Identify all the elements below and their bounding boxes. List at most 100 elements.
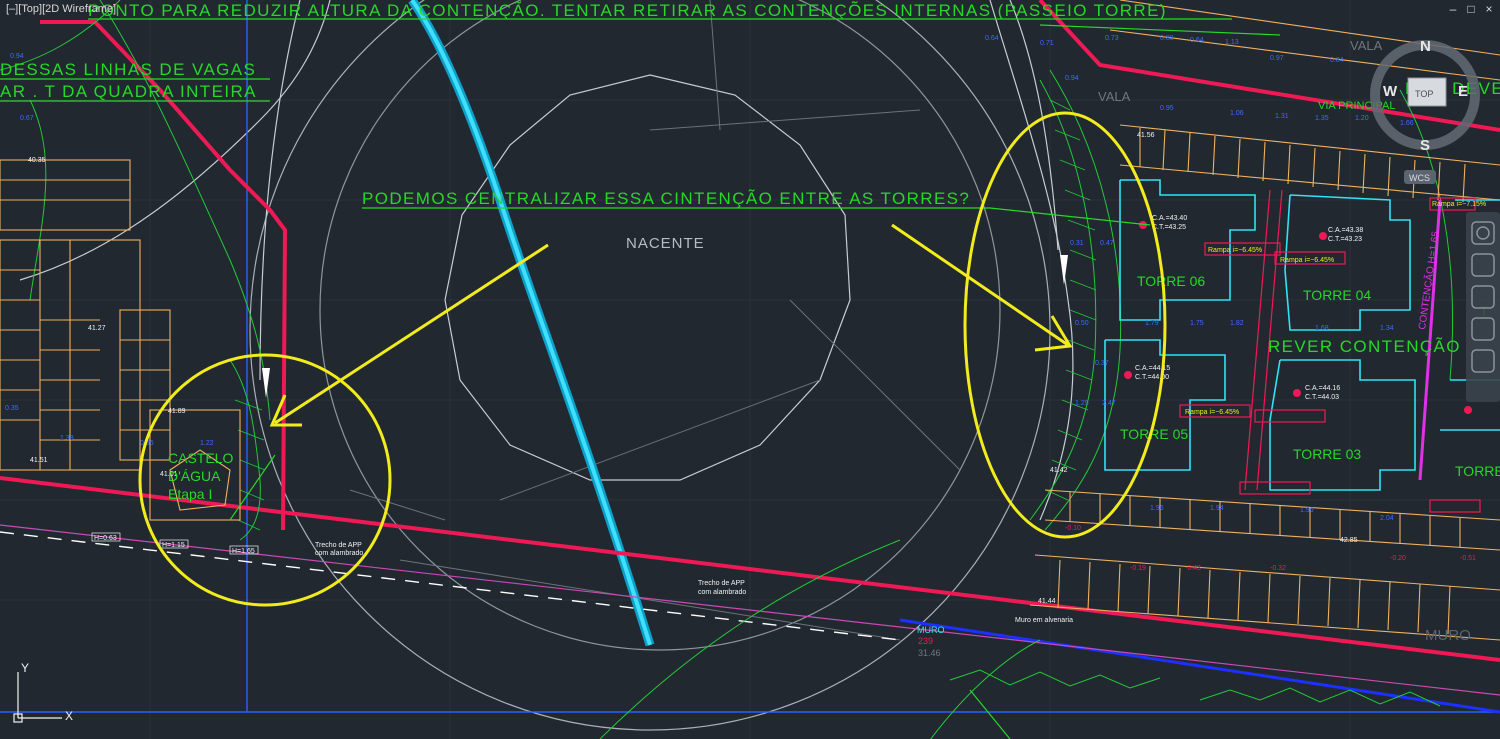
svg-text:0.35: 0.35 bbox=[5, 405, 19, 412]
svg-text:Rampa i=−6.45%: Rampa i=−6.45% bbox=[1280, 257, 1334, 264]
markup-arrow-left bbox=[274, 243, 549, 425]
yellow-markup bbox=[138, 111, 1167, 607]
svg-text:PONTO PARA REDUZIR ALTURA DA C: PONTO PARA REDUZIR ALTURA DA CONTENÇÃO. … bbox=[88, 1, 1167, 20]
svg-text:C.T.=44.00: C.T.=44.00 bbox=[1135, 374, 1169, 381]
svg-text:Rampa i=−6.45%: Rampa i=−6.45% bbox=[1185, 409, 1239, 416]
svg-text:1.22: 1.22 bbox=[200, 440, 214, 447]
svg-text:41.56: 41.56 bbox=[1137, 132, 1155, 139]
svg-text:WCS: WCS bbox=[1409, 173, 1430, 183]
background-grid bbox=[0, 0, 1500, 739]
svg-text:2.47: 2.47 bbox=[1102, 400, 1116, 407]
svg-text:0.47: 0.47 bbox=[1100, 240, 1114, 247]
svg-text:41.51: 41.51 bbox=[30, 457, 48, 464]
svg-text:REVER CONTENÇÃO: REVER CONTENÇÃO bbox=[1268, 337, 1461, 356]
svg-text:MURO: MURO bbox=[917, 625, 945, 635]
svg-text:com alambrado: com alambrado bbox=[315, 550, 363, 557]
svg-text:C.A.=43.40: C.A.=43.40 bbox=[1152, 215, 1187, 222]
gray-detail-lines bbox=[349, 0, 961, 641]
svg-text:0.97: 0.97 bbox=[1270, 55, 1284, 62]
svg-text:CASTELO: CASTELO bbox=[168, 450, 233, 466]
svg-text:C.T.=44.03: C.T.=44.03 bbox=[1305, 394, 1339, 401]
svg-text:1.75: 1.75 bbox=[1190, 320, 1204, 327]
svg-text:C.A.=44.16: C.A.=44.16 bbox=[1305, 385, 1340, 392]
svg-text:1.34: 1.34 bbox=[1380, 325, 1394, 332]
h-labels: H=0.63 H=1.15 H=1.65 bbox=[91, 532, 259, 555]
svg-text:DESSAS LINHAS DE VAGAS: DESSAS LINHAS DE VAGAS bbox=[0, 60, 256, 79]
svg-text:31.46: 31.46 bbox=[918, 648, 941, 658]
svg-text:2.04: 2.04 bbox=[1380, 515, 1394, 522]
svg-text:1.79: 1.79 bbox=[1145, 320, 1159, 327]
svg-text:41.27: 41.27 bbox=[88, 325, 106, 332]
svg-text:C.T.=43.25: C.T.=43.25 bbox=[1152, 224, 1186, 231]
compass-south[interactable]: S bbox=[1420, 137, 1430, 154]
svg-text:-0.19: -0.19 bbox=[1130, 565, 1146, 572]
svg-text:0.37: 0.37 bbox=[1095, 360, 1109, 367]
svg-text:Rampa i=−6.45%: Rampa i=−6.45% bbox=[1208, 247, 1262, 254]
viewport-close-button[interactable]: × bbox=[1481, 2, 1497, 16]
svg-text:1.13: 1.13 bbox=[1225, 39, 1239, 46]
svg-text:Trecho de APP: Trecho de APP bbox=[315, 542, 362, 549]
svg-text:Rampa i=−7.15%: Rampa i=−7.15% bbox=[1432, 201, 1486, 208]
svg-text:Trecho de APP: Trecho de APP bbox=[698, 580, 745, 587]
nacente-label: NACENTE bbox=[626, 235, 705, 252]
compass-north[interactable]: N bbox=[1420, 38, 1431, 55]
svg-text:-0.43: -0.43 bbox=[1185, 565, 1201, 572]
svg-text:1.68: 1.68 bbox=[1315, 325, 1329, 332]
nav-bar-icon[interactable] bbox=[1466, 212, 1500, 402]
svg-text:Etapa I: Etapa I bbox=[168, 486, 212, 502]
svg-text:VIA PRINCIPAL: VIA PRINCIPAL bbox=[1318, 100, 1395, 112]
svg-text:D'ÁGUA: D'ÁGUA bbox=[168, 468, 221, 484]
viewport-controls-label[interactable]: [–][Top][2D Wireframe] bbox=[0, 0, 122, 24]
svg-text:0.84: 0.84 bbox=[1330, 57, 1344, 64]
svg-text:1.38: 1.38 bbox=[60, 435, 74, 442]
svg-text:0.95: 0.95 bbox=[1160, 105, 1174, 112]
castelo-label: CASTELO D'ÁGUA Etapa I bbox=[168, 450, 233, 502]
svg-text:C.T.=43.23: C.T.=43.23 bbox=[1328, 236, 1362, 243]
svg-text:X: X bbox=[65, 709, 73, 723]
svg-text:C.A.=44.15: C.A.=44.15 bbox=[1135, 365, 1170, 372]
svg-text:AR . T DA QUADRA INTEIRA: AR . T DA QUADRA INTEIRA bbox=[0, 82, 257, 101]
white-markers bbox=[262, 255, 1068, 398]
svg-text:1.35: 1.35 bbox=[1315, 115, 1329, 122]
svg-text:TORRE 05: TORRE 05 bbox=[1120, 426, 1188, 442]
svg-text:1.25: 1.25 bbox=[1075, 400, 1089, 407]
svg-text:NACENTE: NACENTE bbox=[626, 235, 705, 252]
svg-text:H=0.63: H=0.63 bbox=[94, 535, 117, 542]
viewport-minimize-button[interactable]: – bbox=[1445, 2, 1461, 16]
ucs-icon: Y X bbox=[13, 661, 73, 723]
svg-text:0.73: 0.73 bbox=[1105, 35, 1119, 42]
svg-text:0.94: 0.94 bbox=[10, 53, 24, 60]
svg-text:1.82: 1.82 bbox=[1230, 320, 1244, 327]
svg-text:TORRE 06: TORRE 06 bbox=[1137, 273, 1205, 289]
svg-text:TORRE 04: TORRE 04 bbox=[1303, 287, 1371, 303]
stream-line bbox=[408, 0, 655, 647]
svg-text:0.67: 0.67 bbox=[20, 115, 34, 122]
svg-text:VALA: VALA bbox=[1098, 89, 1131, 104]
svg-text:PODEMOS CENTRALIZAR ESSA CINTE: PODEMOS CENTRALIZAR ESSA CINTENÇÃO ENTRE… bbox=[362, 189, 970, 208]
svg-text:TORRE: TORRE bbox=[1455, 463, 1500, 479]
svg-text:1.31: 1.31 bbox=[1275, 113, 1289, 120]
svg-text:0.64: 0.64 bbox=[1190, 37, 1204, 44]
viewcube-top-button[interactable]: TOP bbox=[1415, 89, 1433, 99]
svg-text:239: 239 bbox=[918, 636, 933, 646]
svg-text:42.85: 42.85 bbox=[1340, 537, 1358, 544]
svg-text:H=1.65: H=1.65 bbox=[232, 548, 255, 555]
viewport-restore-button[interactable]: □ bbox=[1463, 2, 1479, 16]
compass-west[interactable]: W bbox=[1383, 83, 1398, 100]
svg-text:40.35: 40.35 bbox=[28, 157, 46, 164]
drawing-viewport[interactable]: NACENTE 0.94 0.67 0.35 1.38 0.56 1.22 0.… bbox=[0, 0, 1500, 739]
svg-text:Y: Y bbox=[21, 661, 29, 675]
svg-text:TORRE 03: TORRE 03 bbox=[1293, 446, 1361, 462]
svg-text:-0.51: -0.51 bbox=[1460, 555, 1476, 562]
svg-text:0.50: 0.50 bbox=[1075, 320, 1089, 327]
svg-text:0.31: 0.31 bbox=[1070, 240, 1084, 247]
svg-text:1.96: 1.96 bbox=[1300, 507, 1314, 514]
svg-text:0.71: 0.71 bbox=[1040, 40, 1054, 47]
svg-text:1.06: 1.06 bbox=[1230, 110, 1244, 117]
cad-canvas[interactable]: NACENTE 0.940.670.35 1.380.56 1.22 0.640… bbox=[0, 0, 1500, 739]
markup-arrow-right bbox=[891, 223, 1069, 347]
compass-east[interactable]: E bbox=[1458, 83, 1468, 100]
svg-text:41.42: 41.42 bbox=[1050, 467, 1068, 474]
svg-text:41.44: 41.44 bbox=[1038, 598, 1056, 605]
svg-text:0.64: 0.64 bbox=[985, 35, 999, 42]
